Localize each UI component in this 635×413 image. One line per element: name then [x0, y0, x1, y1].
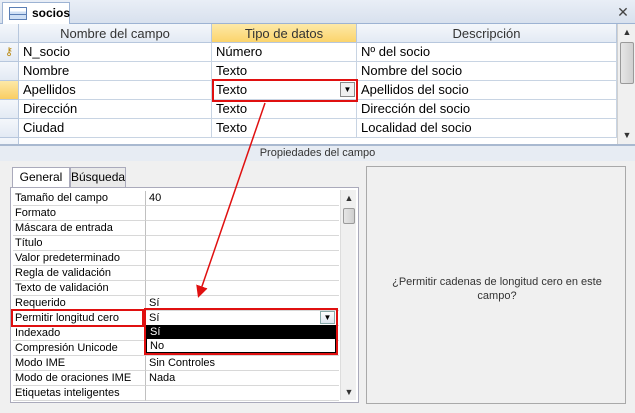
data-type-value: Texto — [216, 82, 248, 97]
description-cell[interactable]: Dirección del socio — [357, 100, 617, 119]
property-name: Requerido — [13, 296, 146, 311]
property-value[interactable]: Sí — [146, 296, 339, 311]
dropdown-option[interactable]: Sí — [147, 326, 335, 339]
property-row[interactable]: Regla de validación — [13, 266, 339, 281]
description-cell[interactable]: Nombre del socio — [357, 62, 617, 81]
primary-key-icon: ⚷ — [5, 46, 14, 58]
dropdown-option[interactable]: No — [147, 340, 335, 353]
chevron-down-icon[interactable]: ▼ — [340, 82, 355, 97]
table-row[interactable]: ⚷ N_socio Número Nº del socio — [0, 43, 617, 62]
property-value[interactable] — [146, 281, 339, 296]
properties-scrollbar[interactable]: ▲ ▼ — [340, 190, 356, 400]
row-selector[interactable] — [0, 119, 19, 138]
property-name: Texto de validación — [13, 281, 146, 296]
field-name-cell[interactable]: Nombre — [19, 62, 212, 81]
property-row[interactable]: Valor predeterminado — [13, 251, 339, 266]
description-cell[interactable]: Localidad del socio — [357, 119, 617, 138]
property-name: Modo de oraciones IME — [13, 371, 146, 386]
property-value[interactable] — [146, 236, 339, 251]
table-row[interactable]: Apellidos Texto ▼ Apellidos del socio — [0, 81, 617, 100]
property-name: Regla de validación — [13, 266, 146, 281]
property-name: Máscara de entrada — [13, 221, 146, 236]
property-name: Compresión Unicode — [13, 341, 146, 356]
chevron-down-icon[interactable]: ▼ — [320, 311, 335, 324]
property-row[interactable]: Modo IME Sin Controles — [13, 356, 339, 371]
property-row[interactable]: Etiquetas inteligentes — [13, 386, 339, 401]
data-type-cell[interactable]: Texto — [212, 62, 357, 81]
description-cell[interactable]: Apellidos del socio — [357, 81, 617, 100]
document-tab-label: socios — [32, 6, 71, 20]
property-name: Título — [13, 236, 146, 251]
property-row[interactable]: Modo de oraciones IME Nada — [13, 371, 339, 386]
property-row[interactable]: Tamaño del campo 40 — [13, 191, 339, 206]
data-type-cell[interactable]: Texto — [212, 100, 357, 119]
property-value[interactable]: Nada — [146, 371, 339, 386]
table-row[interactable]: Dirección Texto Dirección del socio — [0, 100, 617, 119]
property-value[interactable] — [146, 206, 339, 221]
allow-zero-length-dropdown[interactable]: Sí No — [146, 325, 336, 353]
property-name: Valor predeterminado — [13, 251, 146, 266]
property-name: Modo IME — [13, 356, 146, 371]
property-help-pane: ¿Permitir cadenas de longitud cero en es… — [366, 166, 626, 404]
row-selector[interactable] — [0, 62, 19, 81]
field-name-cell[interactable]: Dirección — [19, 100, 212, 119]
property-row[interactable]: Permitir longitud cero Sí — [13, 311, 339, 326]
scroll-down-icon[interactable]: ▼ — [619, 127, 635, 143]
description-cell[interactable]: Nº del socio — [357, 43, 617, 62]
scroll-down-icon[interactable]: ▼ — [341, 384, 357, 400]
field-name-cell[interactable]: N_socio — [19, 43, 212, 62]
document-tab[interactable]: socios — [2, 2, 70, 24]
property-name: Etiquetas inteligentes — [13, 386, 146, 401]
property-row[interactable]: Texto de validación — [13, 281, 339, 296]
tab-general[interactable]: General — [12, 167, 70, 188]
property-value[interactable]: Sin Controles — [146, 356, 339, 371]
row-selector[interactable] — [0, 81, 19, 100]
scroll-thumb[interactable] — [620, 42, 634, 84]
property-value[interactable] — [146, 221, 339, 236]
column-header-description[interactable]: Descripción — [357, 24, 617, 43]
scroll-thumb[interactable] — [343, 208, 355, 224]
scroll-up-icon[interactable]: ▲ — [619, 24, 635, 40]
property-value-combo[interactable]: Sí — [146, 311, 339, 326]
property-row[interactable]: Máscara de entrada — [13, 221, 339, 236]
close-icon[interactable]: ✕ — [614, 3, 632, 21]
data-type-cell[interactable]: Número — [212, 43, 357, 62]
row-selector[interactable]: ⚷ — [0, 43, 19, 62]
row-selector[interactable] — [0, 100, 19, 119]
property-help-text: ¿Permitir cadenas de longitud cero en es… — [392, 276, 602, 302]
property-row[interactable]: Requerido Sí — [13, 296, 339, 311]
column-header-field-name[interactable]: Nombre del campo — [19, 24, 212, 43]
document-tab-bar — [0, 0, 635, 24]
table-row[interactable]: Ciudad Texto Localidad del socio — [0, 119, 617, 138]
field-name-cell[interactable]: Ciudad — [19, 119, 212, 138]
row-selector-header[interactable] — [0, 24, 19, 43]
grid-scrollbar[interactable]: ▲ ▼ — [617, 24, 635, 144]
table-icon — [9, 7, 27, 20]
property-value[interactable] — [146, 251, 339, 266]
scroll-up-icon[interactable]: ▲ — [341, 190, 357, 206]
property-row[interactable]: Formato — [13, 206, 339, 221]
property-value[interactable]: 40 — [146, 191, 339, 206]
property-value[interactable] — [146, 266, 339, 281]
field-name-cell[interactable]: Apellidos — [19, 81, 212, 100]
property-name: Formato — [13, 206, 146, 221]
property-name: Tamaño del campo — [13, 191, 146, 206]
table-row[interactable]: Nombre Texto Nombre del socio — [0, 62, 617, 81]
data-type-cell[interactable]: Texto — [212, 119, 357, 138]
column-header-data-type[interactable]: Tipo de datos — [212, 24, 357, 43]
property-name: Permitir longitud cero — [13, 311, 146, 326]
data-type-cell[interactable]: Texto ▼ — [212, 81, 357, 100]
property-name: Indexado — [13, 326, 146, 341]
properties-header: Propiedades del campo — [0, 144, 635, 161]
tab-busqueda[interactable]: Búsqueda — [70, 167, 126, 187]
property-value[interactable] — [146, 386, 339, 401]
property-row[interactable]: Título — [13, 236, 339, 251]
